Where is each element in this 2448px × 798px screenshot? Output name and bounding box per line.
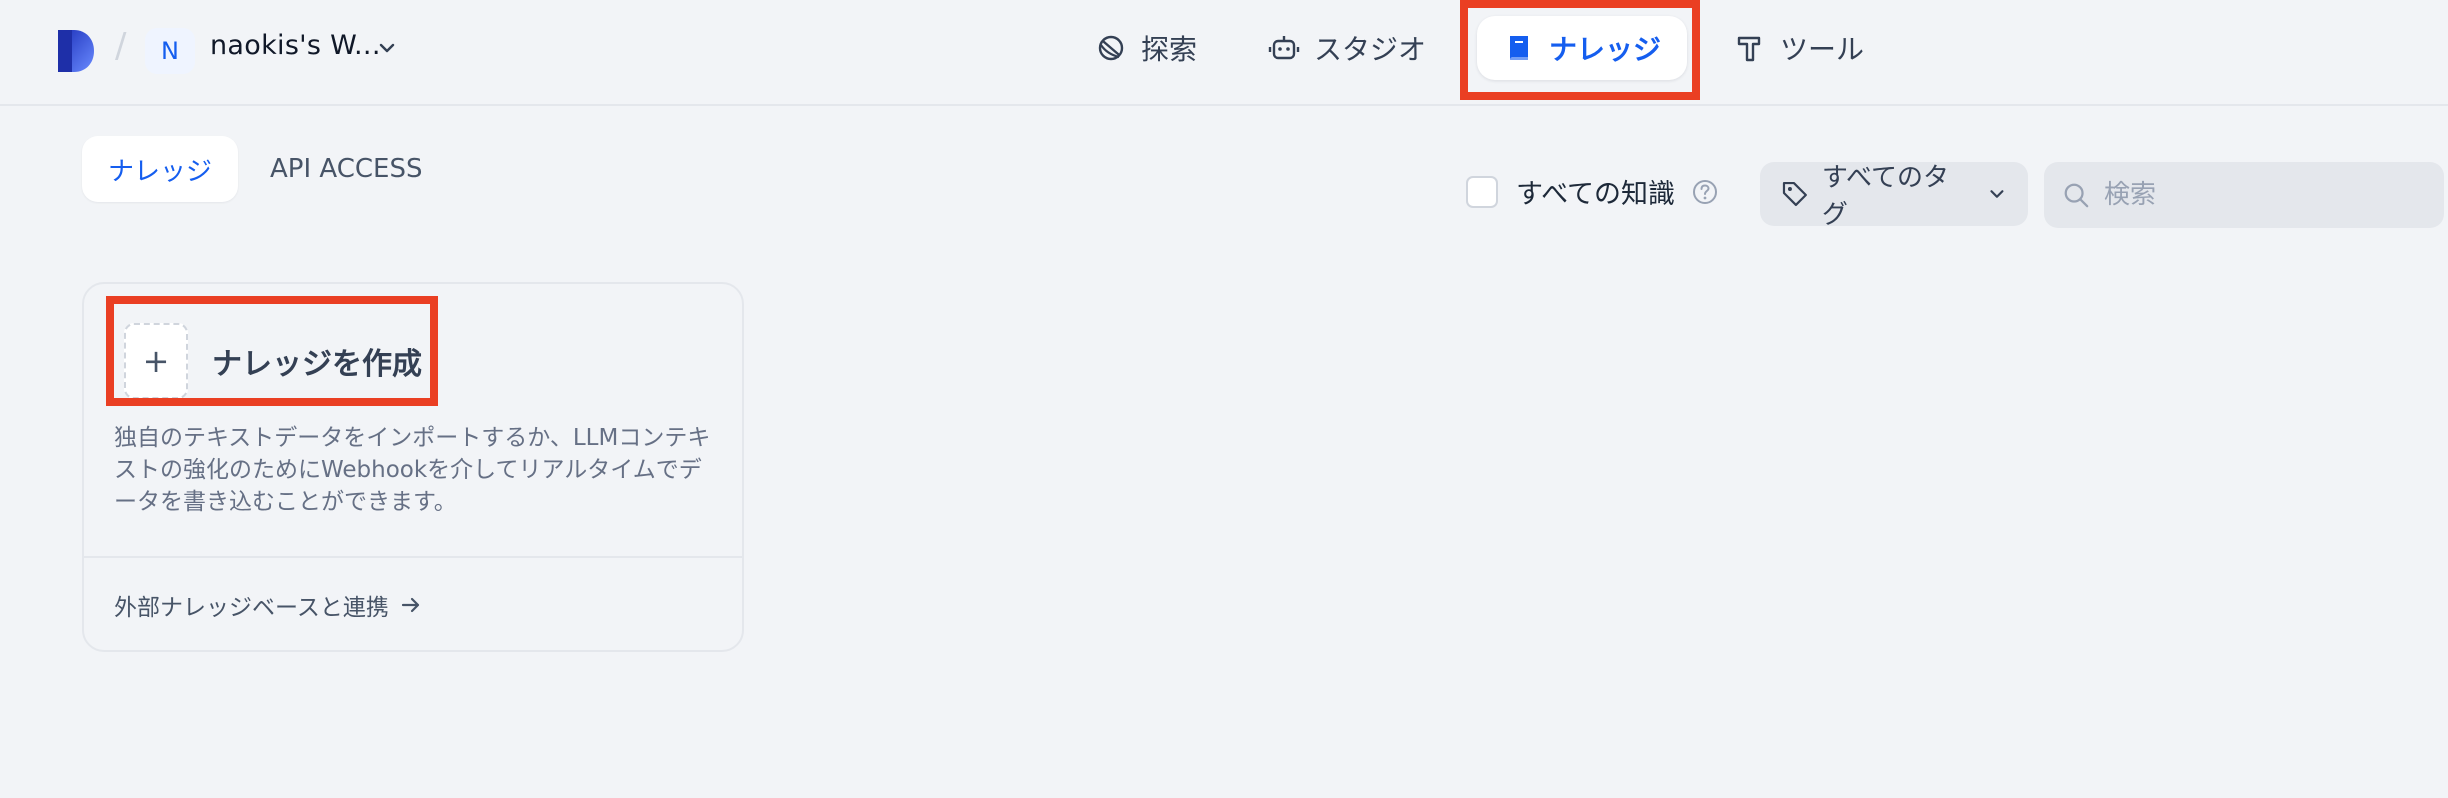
highlight-box-nav — [1460, 0, 1700, 100]
breadcrumb-separator: / — [115, 26, 127, 66]
nav-studio-label: スタジオ — [1314, 33, 1427, 66]
all-knowledge-label: すべての知識 — [1516, 179, 1676, 210]
arrow-right-icon — [401, 597, 419, 613]
help-circle-icon[interactable] — [1691, 178, 1719, 206]
workspace-name[interactable]: naokis's W... — [210, 30, 381, 61]
all-knowledge-checkbox[interactable] — [1466, 175, 1498, 208]
app-logo-icon[interactable] — [52, 28, 96, 74]
nav-tools[interactable]: ツール — [1716, 16, 1882, 80]
nav-explore[interactable]: 探索 — [1077, 16, 1215, 80]
search-box[interactable] — [2044, 162, 2444, 228]
card-divider — [84, 556, 742, 558]
tab-knowledge[interactable]: ナレッジ — [82, 136, 239, 202]
nav-tools-label: ツール — [1780, 33, 1865, 66]
compass-icon — [1098, 35, 1124, 61]
nav-explore-label: 探索 — [1141, 33, 1198, 66]
tag-icon — [1782, 181, 1807, 207]
highlight-box-create — [106, 296, 438, 406]
robot-icon — [1268, 36, 1300, 60]
external-knowledge-label: 外部ナレッジベースと連携 — [114, 595, 389, 621]
tag-filter-label: すべてのタグ — [1821, 163, 1949, 230]
chevron-down-icon[interactable] — [375, 36, 399, 60]
chevron-down-icon — [1990, 190, 2004, 198]
workspace-avatar[interactable]: N — [145, 28, 195, 74]
hammer-icon — [1737, 36, 1761, 62]
search-icon — [2064, 183, 2089, 208]
search-input[interactable] — [2102, 179, 2426, 211]
external-knowledge-link[interactable]: 外部ナレッジベースと連携 — [114, 588, 423, 622]
tab-api-access[interactable]: API ACCESS — [244, 136, 448, 202]
tag-filter-dropdown[interactable]: すべてのタグ — [1760, 162, 2028, 230]
create-knowledge-description: 独自のテキストデータをインポートするか、LLMコンテキストの強化のためにWebh… — [114, 425, 711, 515]
top-navbar: / N naokis's W... 探索 スタジオ ナレッジ ツール — [0, 0, 2448, 106]
all-knowledge-filter[interactable]: すべての知識 — [1466, 172, 1719, 211]
nav-studio[interactable]: スタジオ — [1250, 16, 1444, 80]
